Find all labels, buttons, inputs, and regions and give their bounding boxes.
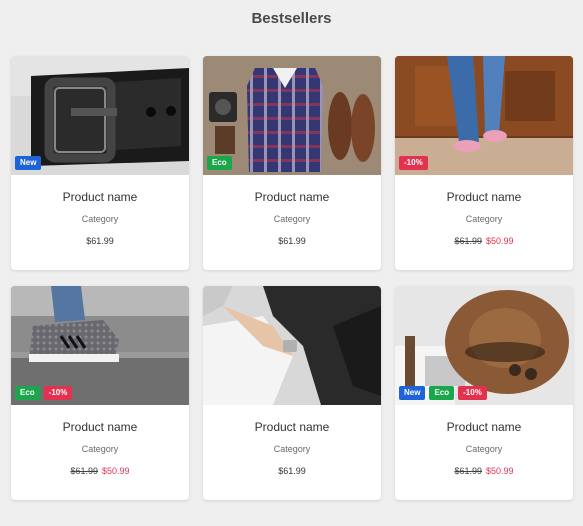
badge-eco: Eco [429,386,455,400]
product-image-jeans-and-sneakers[interactable]: -10% [395,56,573,175]
product-category: Category [81,214,119,224]
sale-price: $50.99 [102,466,130,476]
product-card[interactable]: -10% Product name Category $61.99 $50.99 [395,56,573,270]
price: $61.99 [86,236,114,246]
badge-group: -10% [399,156,428,170]
badge-group: Eco [207,156,232,170]
product-name[interactable]: Product name [395,190,573,204]
original-price: $61.99 [70,466,98,476]
product-name[interactable]: Product name [395,420,573,434]
bestsellers-page: Bestsellers New Product name Category $6… [0,0,583,526]
badge-eco: Eco [207,156,232,170]
product-name[interactable]: Product name [11,420,189,434]
product-image-hat[interactable]: New Eco -10% [395,286,573,405]
product-card[interactable]: New Product name Category $61.99 [11,56,189,270]
sale-price: $50.99 [486,236,514,246]
product-category: Category [81,444,119,454]
product-image-running-shoes[interactable]: Eco -10% [11,286,189,405]
badge-discount: -10% [399,156,428,170]
product-category: Category [273,214,311,224]
price: $61.99 [278,466,306,476]
sale-price: $50.99 [486,466,514,476]
badge-group: New Eco -10% [399,386,487,400]
product-image-leather-jacket[interactable] [203,286,381,405]
product-card[interactable]: New Eco -10% Product name Category $61.9… [395,286,573,500]
badge-eco: Eco [15,386,40,400]
product-name[interactable]: Product name [11,190,189,204]
price: $61.99 [278,236,306,246]
price-block: $61.99 [203,466,381,476]
badge-discount: -10% [458,386,487,400]
price-block: $61.99 $50.99 [395,466,573,476]
product-card[interactable]: Product name Category $61.99 [203,286,381,500]
badge-group: New [15,156,42,170]
product-image-shirt-and-shoes[interactable]: Eco [203,56,381,175]
product-card[interactable]: Eco -10% Product name Category $61.99 $50… [11,286,189,500]
original-price: $61.99 [454,466,482,476]
badge-new: New [15,156,42,170]
page-title: Bestsellers [251,10,332,27]
product-name[interactable]: Product name [203,420,381,434]
product-category: Category [273,444,311,454]
price-block: $61.99 [203,236,381,246]
original-price: $61.99 [454,236,482,246]
badge-discount: -10% [43,386,73,400]
product-image-belt[interactable]: New [11,56,189,175]
price-block: $61.99 [11,236,189,246]
badge-group: Eco -10% [15,386,73,400]
badge-new: New [399,386,426,400]
price-block: $61.99 $50.99 [11,466,189,476]
price-block: $61.99 $50.99 [395,236,573,246]
product-category: Category [465,214,503,224]
product-name[interactable]: Product name [203,190,381,204]
product-category: Category [465,444,503,454]
product-card[interactable]: Eco Product name Category $61.99 [203,56,381,270]
